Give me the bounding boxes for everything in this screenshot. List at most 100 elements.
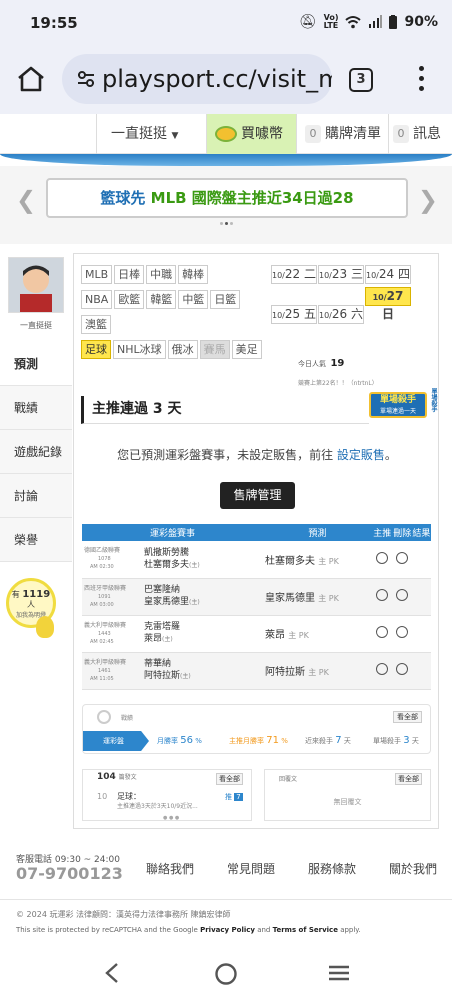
status-bar: 19:55 🔕︎ Vo) LTE 90% xyxy=(0,0,452,44)
more-menu-icon[interactable] xyxy=(417,66,425,94)
league-tag[interactable]: NBA xyxy=(81,290,113,309)
result-cell xyxy=(411,615,431,653)
nav-messages[interactable]: 0 訊息 xyxy=(388,114,452,154)
nav-purchase-list[interactable]: 0 購牌清單 xyxy=(296,114,388,154)
footer-link-about[interactable]: 關於我們 xyxy=(389,860,437,877)
sidebar-item-game-log[interactable]: 遊戲紀錄 xyxy=(0,430,72,474)
match-teams: 凱撒斯勞騰 杜塞爾多夫(主) xyxy=(138,547,200,572)
recents-icon[interactable] xyxy=(328,964,350,982)
footer-link-contact[interactable]: 聯絡我們 xyxy=(146,860,194,877)
date-option[interactable]: 10/25 五 xyxy=(271,305,317,324)
sell-management-button[interactable]: 售牌管理 xyxy=(220,482,295,509)
league-tag[interactable]: 美足 xyxy=(231,340,262,359)
date-option-active[interactable]: 10/27 日 xyxy=(365,287,411,321)
recaptcha-notice: This site is protected by reCAPTCHA and … xyxy=(16,926,361,934)
date-day: 22 xyxy=(284,267,301,281)
record-see-all-button[interactable]: 看全部 xyxy=(393,711,422,723)
sidebar-item-discussion[interactable]: 討論 xyxy=(0,474,72,518)
stat-label: 單場殺手 xyxy=(373,737,401,745)
address-bar[interactable]: playsport.cc/visit_m xyxy=(62,54,332,104)
chevron-right-icon[interactable]: ❯ xyxy=(418,186,438,214)
league-tag[interactable]: 日棒 xyxy=(114,265,145,284)
recaptcha-text: This site is protected by reCAPTCHA and … xyxy=(16,926,198,934)
browser-toolbar: playsport.cc/visit_m 3 xyxy=(0,44,452,114)
match-teams: 蒂華納 阿特拉斯(主) xyxy=(138,658,191,683)
purchase-count-badge: 0 xyxy=(305,125,321,143)
stat-unit: % xyxy=(195,737,202,745)
delete-cell xyxy=(392,578,412,616)
league-tag[interactable]: 澳籃 xyxy=(81,315,111,334)
delete-cell xyxy=(392,652,412,690)
main-pick-radio[interactable] xyxy=(376,663,389,675)
date-option[interactable]: 10/26 六 xyxy=(318,305,364,324)
badge-title: 單場殺手 xyxy=(379,395,416,405)
popularity-value: 19 xyxy=(330,358,345,369)
recaptcha-apply: apply. xyxy=(340,926,361,934)
footer-link-faq[interactable]: 常見問題 xyxy=(227,860,275,877)
nav-buy-coins[interactable]: 買噱幣 xyxy=(206,114,296,154)
sidebar-item-honor[interactable]: 榮譽 xyxy=(0,518,72,562)
league-tag[interactable]: 中籃 xyxy=(178,290,209,309)
date-weekday: 五 xyxy=(303,307,316,321)
league-tag[interactable]: 韓棒 xyxy=(178,265,209,284)
pick-tag: 主 PK xyxy=(308,668,329,677)
phone-number[interactable]: 07-9700123 xyxy=(16,864,123,883)
replies-see-all-button[interactable]: 看全部 xyxy=(395,773,422,785)
main-pick-cell xyxy=(371,578,393,616)
delete-radio[interactable] xyxy=(396,626,409,638)
league-tag[interactable]: 歐籃 xyxy=(114,290,145,309)
status-icons: 🔕︎ Vo) LTE 90% xyxy=(299,14,438,31)
home-circle-icon[interactable] xyxy=(214,962,238,986)
tab-switcher-button[interactable]: 3 xyxy=(349,68,373,92)
sidebar-item-record[interactable]: 戰績 xyxy=(0,386,72,430)
main-pick-radio[interactable] xyxy=(376,589,389,601)
league-tag[interactable]: 韓籃 xyxy=(146,290,177,309)
date-option[interactable]: 10/24 四 xyxy=(365,265,411,284)
league-tag[interactable]: 俄冰 xyxy=(167,340,198,359)
delete-radio[interactable] xyxy=(396,589,409,601)
fan-prefix: 有 xyxy=(11,590,20,599)
table-header-row: 運彩盤賽事 預測 主推 刪除 結果 xyxy=(82,524,431,541)
footer-link-terms[interactable]: 服務條款 xyxy=(308,860,356,877)
away-team: 巴塞隆納 xyxy=(144,585,181,595)
terms-link[interactable]: Terms of Service xyxy=(273,926,338,934)
delete-radio[interactable] xyxy=(396,551,409,564)
league-tag[interactable]: NHL冰球 xyxy=(113,340,166,359)
delete-cell xyxy=(392,541,412,579)
record-stat: 月勝率 56 % xyxy=(157,735,202,746)
main-pick-radio[interactable] xyxy=(376,551,389,564)
league-tag[interactable]: 日籃 xyxy=(210,290,241,309)
set-sale-link[interactable]: 設定販售 xyxy=(337,448,385,462)
footer-divider xyxy=(0,899,452,900)
date-option[interactable]: 10/22 二 xyxy=(271,265,317,284)
site-settings-icon[interactable] xyxy=(76,70,96,88)
recaptcha-and: and xyxy=(257,926,271,934)
match-number: 1461 xyxy=(98,667,111,674)
delete-radio[interactable] xyxy=(396,663,409,675)
banner-text: MLB 國際盤主推近34日過28 xyxy=(150,189,354,207)
posts-see-all-button[interactable]: 看全部 xyxy=(216,773,243,785)
privacy-link[interactable]: Privacy Policy xyxy=(200,926,255,934)
match-number: 1078 xyxy=(98,556,111,563)
signal-icon xyxy=(369,15,383,28)
date-option[interactable]: 10/23 三 xyxy=(318,265,364,284)
replies-box: 回覆文 看全部 無回覆文 xyxy=(264,769,431,821)
league-tag-active[interactable]: 足球 xyxy=(81,340,111,359)
sidebar-item-predict[interactable]: 預測 xyxy=(0,342,72,386)
league-tag[interactable]: 中職 xyxy=(146,265,177,284)
avatar[interactable] xyxy=(8,257,64,313)
chevron-left-icon[interactable]: ❮ xyxy=(16,186,36,214)
league-tag[interactable]: MLB xyxy=(81,265,113,284)
stat-unit: % xyxy=(281,737,288,745)
banner-ad[interactable]: 籃球先 MLB 國際盤主推近34日過28 xyxy=(46,178,408,218)
back-icon[interactable] xyxy=(104,962,120,984)
date-month: 10/ xyxy=(319,271,332,280)
main-pick-radio[interactable] xyxy=(376,626,389,638)
home-icon[interactable] xyxy=(16,66,46,92)
home-team: 皇家馬德里 xyxy=(144,597,190,607)
nav-user-dropdown[interactable]: 一直挺挺 ▼ xyxy=(96,114,206,154)
date-weekday: 六 xyxy=(350,307,363,321)
match-meta: 德國乙級聯賽 1078 AM 02:30 xyxy=(82,547,138,571)
record-tab-active[interactable]: 運彩盤 xyxy=(83,731,149,751)
pick-tag: 主 PK xyxy=(318,594,339,603)
